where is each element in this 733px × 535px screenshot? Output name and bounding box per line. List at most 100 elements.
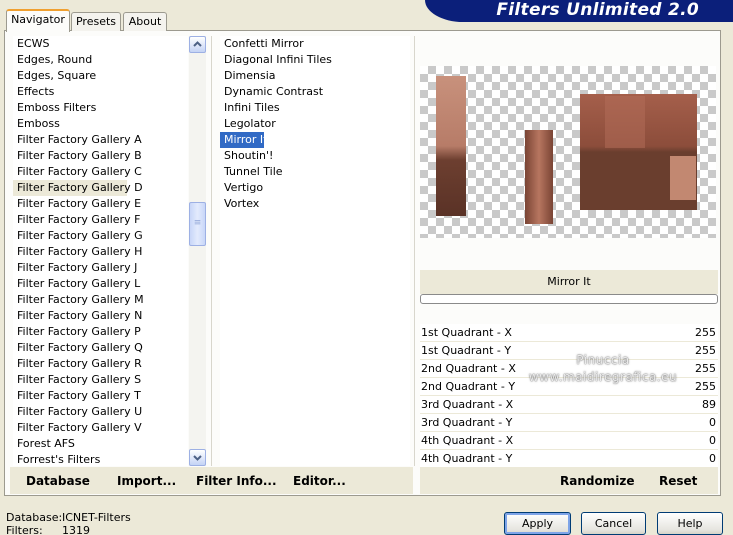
filter-item[interactable]: Dynamic Contrast xyxy=(220,84,410,100)
category-item[interactable]: Filter Factory Gallery B xyxy=(13,148,188,164)
category-item[interactable]: Filter Factory Gallery T xyxy=(13,388,188,404)
database-label: Database: xyxy=(6,511,63,524)
category-item[interactable]: Emboss Filters xyxy=(13,100,188,116)
param-row[interactable]: 3rd Quadrant - Y 0 xyxy=(420,414,718,432)
pane-divider xyxy=(414,36,415,466)
category-item[interactable]: Filter Factory Gallery A xyxy=(13,132,188,148)
randomize-button[interactable]: Randomize xyxy=(560,474,634,488)
category-item[interactable]: Filter Factory Gallery N xyxy=(13,308,188,324)
category-item[interactable]: Effects xyxy=(13,84,188,100)
arrow-up-icon[interactable] xyxy=(189,36,206,53)
filters-label: Filters: xyxy=(6,524,43,535)
tab-navigator[interactable]: Navigator xyxy=(6,9,70,32)
category-item[interactable]: Forrest's Filters xyxy=(13,452,188,466)
category-scrollbar[interactable]: ≡ xyxy=(189,36,206,466)
param-value: 255 xyxy=(695,344,716,357)
category-item[interactable]: Filter Factory Gallery G xyxy=(13,228,188,244)
param-row[interactable]: 4th Quadrant - Y 0 xyxy=(420,450,718,468)
scrollbar-thumb[interactable]: ≡ xyxy=(189,202,206,246)
preview-shape xyxy=(670,156,696,200)
category-item[interactable]: ECWS xyxy=(13,36,188,52)
database-button[interactable]: Database xyxy=(26,474,90,488)
preview-shape xyxy=(436,76,466,216)
editor-button[interactable]: Editor... xyxy=(293,474,346,488)
parameter-list: 1st Quadrant - X 255 1st Quadrant - Y 255 … xyxy=(420,324,718,468)
param-label: 2nd Quadrant - Y xyxy=(421,380,516,393)
selected-filter-name: Mirror It xyxy=(420,270,718,294)
tab-presets[interactable]: Presets xyxy=(71,12,121,31)
param-label: 3rd Quadrant - Y xyxy=(421,416,513,429)
filter-item[interactable]: Dimensia xyxy=(220,68,410,84)
filter-item[interactable]: Infini Tiles xyxy=(220,100,410,116)
filter-list[interactable]: Confetti Mirror Diagonal Infini Tiles Di… xyxy=(220,36,410,466)
tab-label: Presets xyxy=(75,15,117,28)
category-list[interactable]: ECWS Edges, Round Edges, Square Effects … xyxy=(13,36,188,466)
param-row[interactable]: 3rd Quadrant - X 89 xyxy=(420,396,718,414)
filter-item[interactable]: Legolator xyxy=(220,116,410,132)
database-value: ICNET-Filters xyxy=(62,511,131,524)
category-item[interactable]: Filter Factory Gallery J xyxy=(13,260,188,276)
param-value: 0 xyxy=(709,434,716,447)
category-item[interactable]: Edges, Square xyxy=(13,68,188,84)
category-item[interactable]: Edges, Round xyxy=(13,52,188,68)
category-item[interactable]: Filter Factory Gallery P xyxy=(13,324,188,340)
category-item-selected[interactable]: Filter Factory Gallery D xyxy=(13,180,143,196)
param-value: 255 xyxy=(695,380,716,393)
param-label: 1st Quadrant - X xyxy=(421,326,512,339)
param-row[interactable]: 4th Quadrant - X 0 xyxy=(420,432,718,450)
category-item[interactable]: Forest AFS xyxy=(13,436,188,452)
filter-item[interactable]: Tunnel Tile xyxy=(220,164,410,180)
preview-image xyxy=(420,66,716,238)
param-label: 2nd Quadrant - X xyxy=(421,362,516,375)
param-label: 1st Quadrant - Y xyxy=(421,344,512,357)
filter-item[interactable]: Vortex xyxy=(220,196,410,212)
category-item[interactable]: Filter Factory Gallery L xyxy=(13,276,188,292)
param-row[interactable]: 1st Quadrant - X 255 xyxy=(420,324,718,342)
category-item[interactable]: Emboss xyxy=(13,116,188,132)
param-label: 4th Quadrant - Y xyxy=(421,452,513,465)
category-item[interactable]: Filter Factory Gallery F xyxy=(13,212,188,228)
param-label: 3rd Quadrant - X xyxy=(421,398,514,411)
category-item[interactable]: Filter Factory Gallery Q xyxy=(13,340,188,356)
filter-item[interactable]: Diagonal Infini Tiles xyxy=(220,52,410,68)
param-value: 0 xyxy=(709,416,716,429)
progress-bar xyxy=(420,294,718,304)
tab-label: About xyxy=(128,15,162,28)
right-toolbar: Randomize Reset xyxy=(420,467,718,494)
import-button[interactable]: Import... xyxy=(117,474,176,488)
watermark-line: www.maidiregrafica.eu xyxy=(528,370,678,384)
reset-button[interactable]: Reset xyxy=(659,474,697,488)
category-item[interactable]: Filter Factory Gallery V xyxy=(13,420,188,436)
param-value: 255 xyxy=(695,326,716,339)
filter-item[interactable]: Confetti Mirror xyxy=(220,36,410,52)
watermark: Pinuccia www.maidiregrafica.eu xyxy=(508,352,698,386)
param-value: 89 xyxy=(702,398,716,411)
preview-shape xyxy=(605,96,645,148)
filters-count: 1319 xyxy=(62,524,90,535)
filter-info-button[interactable]: Filter Info... xyxy=(196,474,277,488)
category-item[interactable]: Filter Factory Gallery U xyxy=(13,404,188,420)
cancel-button[interactable]: Cancel xyxy=(581,512,646,535)
list-divider xyxy=(211,36,212,466)
left-toolbar: Database Import... Filter Info... Editor… xyxy=(10,467,413,494)
app-title: Filters Unlimited 2.0 xyxy=(496,0,699,20)
param-label: 4th Quadrant - X xyxy=(421,434,514,447)
help-button[interactable]: Help xyxy=(657,512,723,535)
preview-shape xyxy=(525,130,553,224)
category-item[interactable]: Filter Factory Gallery R xyxy=(13,356,188,372)
category-item[interactable]: Filter Factory Gallery E xyxy=(13,196,188,212)
tab-about[interactable]: About xyxy=(123,12,167,31)
category-item[interactable]: Filter Factory Gallery M xyxy=(13,292,188,308)
filter-item-selected[interactable]: Mirror It xyxy=(220,132,267,148)
param-value: 255 xyxy=(695,362,716,375)
tab-label: Navigator xyxy=(11,13,65,26)
param-value: 0 xyxy=(709,452,716,465)
category-item[interactable]: Filter Factory Gallery H xyxy=(13,244,188,260)
filter-item[interactable]: Shoutin'! xyxy=(220,148,410,164)
apply-button[interactable]: Apply xyxy=(504,512,571,535)
arrow-down-icon[interactable] xyxy=(189,449,206,466)
watermark-line: Pinuccia xyxy=(576,353,630,367)
filter-item[interactable]: Vertigo xyxy=(220,180,410,196)
category-item[interactable]: Filter Factory Gallery S xyxy=(13,372,188,388)
category-item[interactable]: Filter Factory Gallery C xyxy=(13,164,188,180)
